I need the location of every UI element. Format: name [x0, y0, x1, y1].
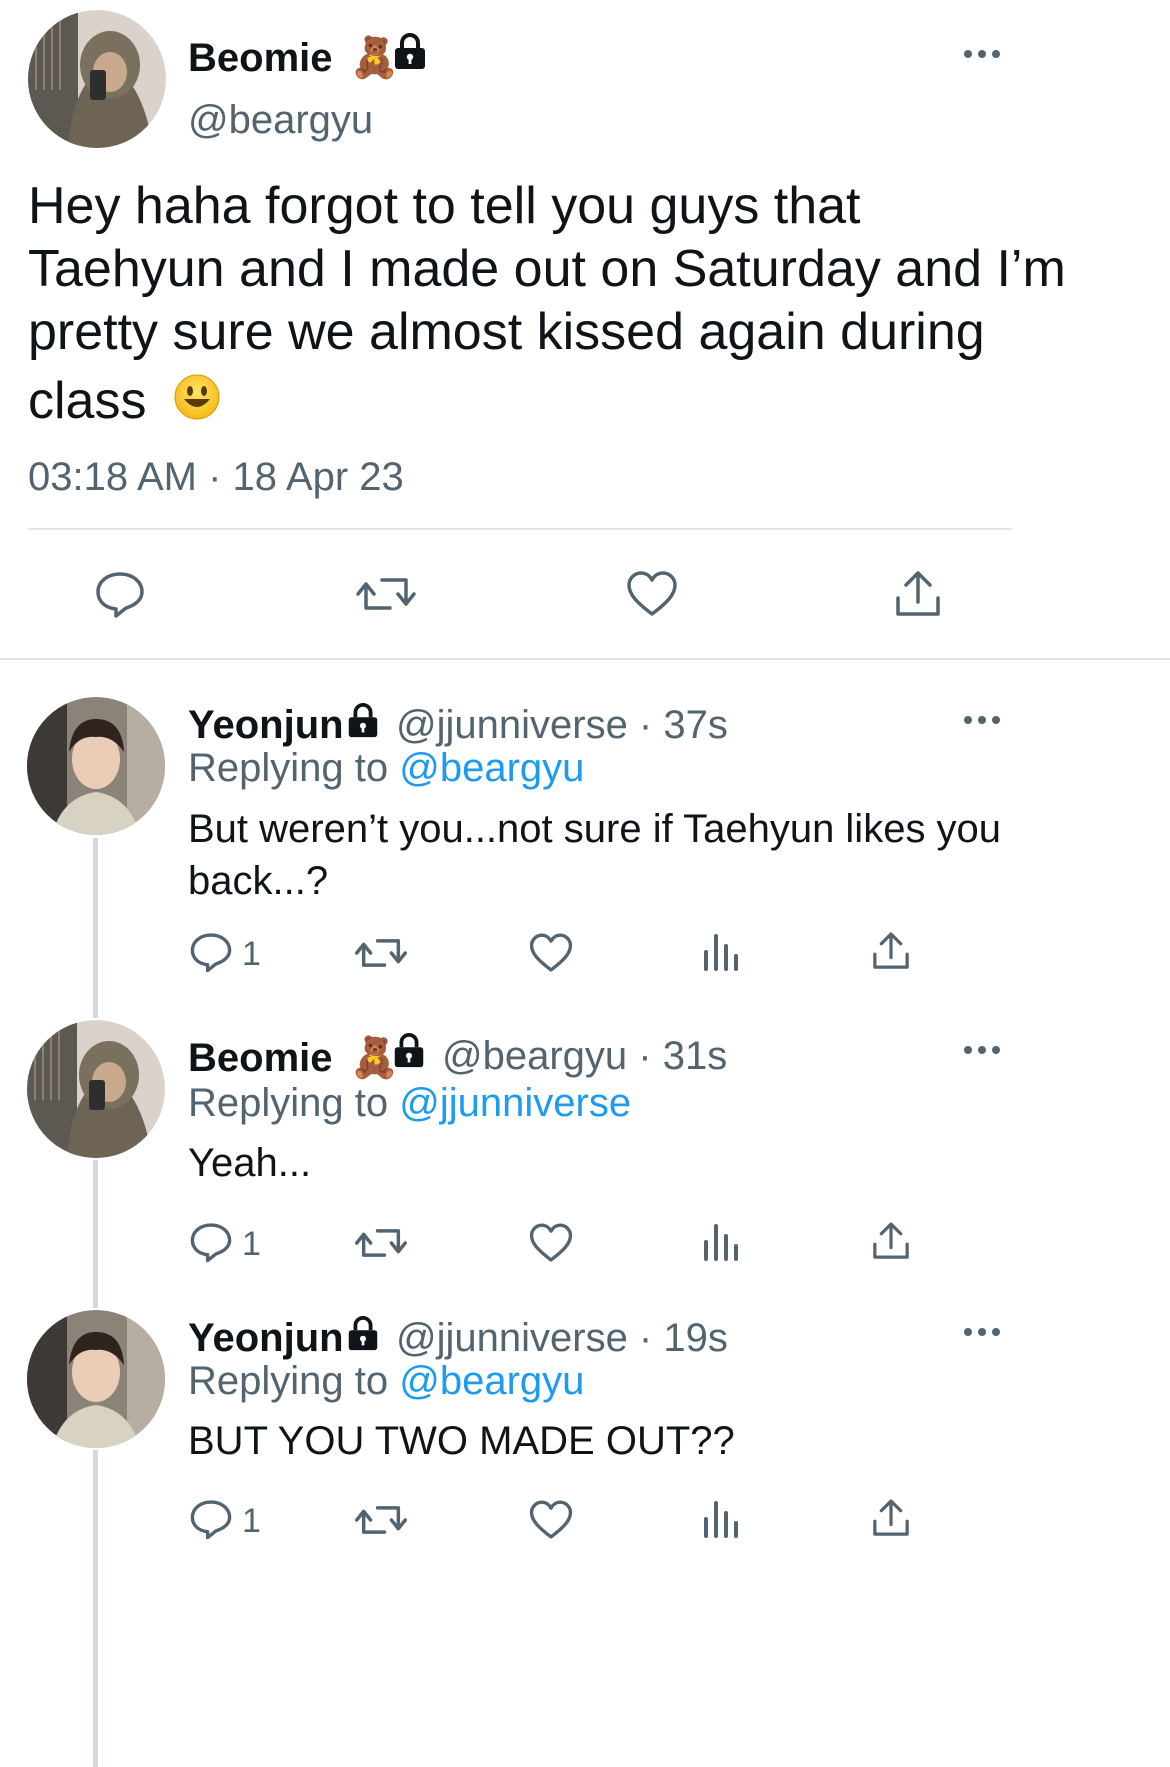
- reply-text: But weren’t you...not sure if Taehyun li…: [188, 803, 1148, 907]
- reply-text-line: Yeah...: [188, 1141, 312, 1185]
- author-name[interactable]: Beomie 🧸: [188, 34, 399, 81]
- like-icon[interactable]: [529, 932, 573, 974]
- reply-icon[interactable]: [189, 930, 233, 974]
- reply-author-name-text: Beomie: [188, 1036, 333, 1080]
- reply-avatar[interactable]: [27, 1310, 165, 1448]
- reply-text-line: But weren’t you...not sure if Taehyun li…: [188, 807, 1002, 851]
- replying-to-prefix: Replying to: [188, 1081, 389, 1125]
- more-icon[interactable]: [962, 1322, 1002, 1342]
- thread-line: [93, 1450, 98, 1767]
- tweet-timestamp[interactable]: 03:18 AM · 18 Apr 23: [28, 455, 404, 500]
- lock-icon: [344, 1315, 382, 1353]
- replying-to-link[interactable]: @beargyu: [399, 746, 584, 790]
- reply-icon[interactable]: [94, 568, 146, 620]
- thread-line: [93, 1160, 98, 1308]
- more-icon[interactable]: [962, 710, 1002, 730]
- like-icon[interactable]: [529, 1499, 573, 1541]
- reply-count: 1: [242, 935, 261, 973]
- like-icon[interactable]: [626, 570, 678, 618]
- retweet-icon[interactable]: [355, 932, 407, 974]
- tweet-text-line: pretty sure we almost kissed again durin…: [28, 303, 985, 361]
- tweet-text-line: Taehyun and I made out on Saturday and I…: [28, 240, 1066, 298]
- reply-count: 1: [242, 1502, 261, 1540]
- retweet-icon[interactable]: [355, 1499, 407, 1541]
- replying-to-link[interactable]: @beargyu: [399, 1359, 584, 1403]
- lock-icon: [390, 1032, 428, 1070]
- lock-icon: [390, 32, 430, 72]
- share-icon[interactable]: [870, 1220, 912, 1262]
- share-icon[interactable]: [870, 930, 912, 972]
- tweet-text: Hey haha forgot to tell you guys that Ta…: [28, 175, 1148, 436]
- reply-author-name[interactable]: Beomie 🧸: [188, 1034, 399, 1081]
- reply-author-name[interactable]: Yeonjun: [188, 1316, 344, 1361]
- reply-text-line: back...?: [188, 859, 329, 903]
- replying-to-prefix: Replying to: [188, 746, 389, 790]
- share-icon[interactable]: [892, 568, 944, 620]
- author-avatar[interactable]: [28, 10, 166, 148]
- replying-to-prefix: Replying to: [188, 1359, 389, 1403]
- tweet-text-line: Hey haha forgot to tell you guys that: [28, 177, 861, 235]
- smiley-emoji: [173, 373, 221, 436]
- reply-count: 1: [242, 1225, 261, 1263]
- thread-line: [93, 838, 98, 1018]
- reply-icon[interactable]: [189, 1220, 233, 1264]
- author-name-text: Beomie: [188, 36, 333, 80]
- views-icon[interactable]: [702, 1222, 740, 1262]
- reply-handle-time[interactable]: @beargyu · 31s: [442, 1034, 727, 1079]
- retweet-icon[interactable]: [356, 570, 416, 618]
- reply-handle-time[interactable]: @jjunniverse · 37s: [396, 703, 728, 748]
- views-icon[interactable]: [702, 1499, 740, 1539]
- more-icon[interactable]: [962, 1040, 1002, 1060]
- reply-text: BUT YOU TWO MADE OUT??: [188, 1415, 1148, 1467]
- tweet-text-line: class: [28, 370, 1148, 436]
- share-icon[interactable]: [870, 1497, 912, 1539]
- reply-avatar[interactable]: [27, 1020, 165, 1158]
- author-handle[interactable]: @beargyu: [188, 98, 373, 143]
- reply-icon[interactable]: [189, 1497, 233, 1541]
- like-icon[interactable]: [529, 1222, 573, 1264]
- lock-icon: [344, 702, 382, 740]
- reply-text-line: BUT YOU TWO MADE OUT??: [188, 1419, 735, 1463]
- views-icon[interactable]: [702, 932, 740, 972]
- replying-to: Replying to @jjunniverse: [188, 1081, 631, 1126]
- replying-to: Replying to @beargyu: [188, 1359, 584, 1404]
- reply-avatar[interactable]: [27, 697, 165, 835]
- tweet-text-line: class: [28, 372, 147, 430]
- replying-to: Replying to @beargyu: [188, 746, 584, 791]
- section-divider: [0, 658, 1170, 660]
- reply-author-name[interactable]: Yeonjun: [188, 703, 344, 748]
- retweet-icon[interactable]: [355, 1222, 407, 1264]
- replying-to-link[interactable]: @jjunniverse: [399, 1081, 631, 1125]
- reply-text: Yeah...: [188, 1137, 1148, 1189]
- more-icon[interactable]: [962, 44, 1002, 64]
- divider: [28, 528, 1012, 530]
- reply-handle-time[interactable]: @jjunniverse · 19s: [396, 1316, 728, 1361]
